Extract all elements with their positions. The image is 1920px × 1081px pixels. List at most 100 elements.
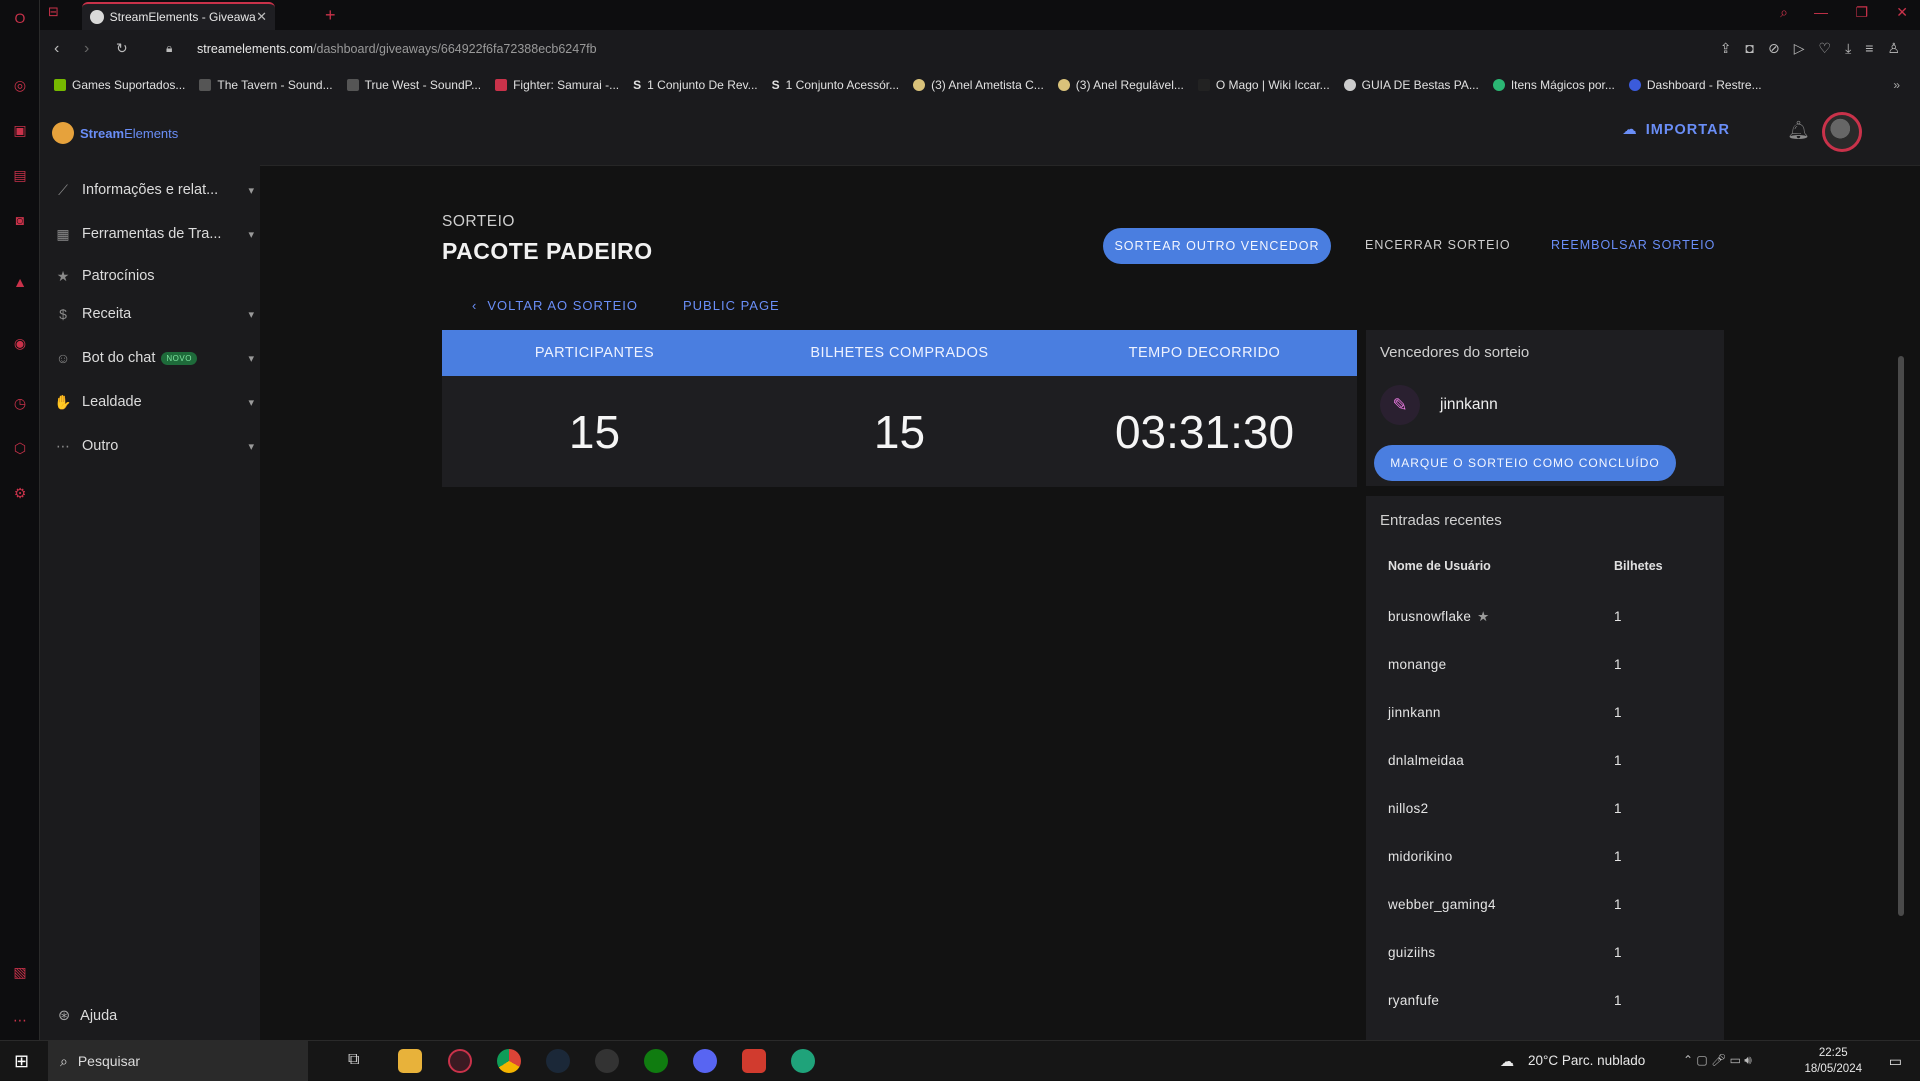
weather-icon[interactable]: ☁ (1500, 1053, 1514, 1070)
window-close-icon[interactable]: ✕ (1896, 4, 1908, 21)
wiki-icon (1197, 79, 1210, 91)
reload-icon[interactable]: ↻ (116, 40, 128, 57)
bookmark-item[interactable]: (3) Anel Regulável... (1057, 78, 1184, 92)
speed-dial-icon[interactable]: ◎ (10, 75, 30, 95)
draw-another-winner-button[interactable]: SORTEAR OUTRO VENCEDOR (1103, 228, 1331, 264)
table-row: dnlalmeidaa 1 (1388, 753, 1622, 768)
help-link[interactable]: ⊛ Ajuda (58, 1008, 117, 1024)
bookmark-item[interactable]: S1 Conjunto De Rev... (633, 78, 758, 92)
robot-icon: ☺ (55, 350, 71, 366)
table-row: brusnowflake ★ 1 (1388, 609, 1622, 624)
shopping-icon[interactable]: ▣ (10, 120, 30, 140)
bookmark-item[interactable]: O Mago | Wiki Iccar... (1197, 78, 1330, 92)
stats-card: PARTICIPANTES BILHETES COMPRADOS TEMPO D… (442, 330, 1357, 487)
end-giveaway-button[interactable]: ENCERRAR SORTEIO (1365, 238, 1511, 252)
chevron-left-icon: ‹ (472, 298, 478, 313)
import-button[interactable]: ☁ IMPORTAR (1622, 122, 1730, 138)
xbox-icon[interactable] (644, 1049, 668, 1073)
back-to-giveaway-link[interactable]: ‹ VOLTAR AO SORTEIO (472, 298, 638, 313)
forward-icon[interactable]: › (84, 40, 89, 58)
search-tabs-icon[interactable]: ⌕ (1780, 4, 1788, 21)
opera-gx-icon[interactable] (448, 1049, 472, 1073)
app-icon[interactable] (791, 1049, 815, 1073)
taskbar-search-input[interactable]: ⌕ Pesquisar (48, 1041, 308, 1081)
public-page-link[interactable]: PUBLIC PAGE (683, 298, 780, 313)
shopee-icon: S (771, 78, 780, 92)
obs-icon[interactable] (595, 1049, 619, 1073)
notifications-icon[interactable]: ▭ (1889, 1053, 1902, 1070)
settings-icon[interactable]: ⚙ (10, 483, 30, 503)
scrollbar[interactable] (1898, 356, 1904, 916)
windows-start-icon[interactable]: ⊞ (14, 1051, 29, 1072)
bookmarks-overflow-icon[interactable]: » (1893, 78, 1900, 92)
file-explorer-icon[interactable] (398, 1049, 422, 1073)
hand-coins-icon: ✋ (54, 393, 72, 410)
sidebar-item-analytics[interactable]: ⟋ Informações e relat... ▾ (54, 179, 254, 201)
chrome-icon[interactable] (497, 1049, 521, 1073)
player-icon[interactable]: ◉ (10, 333, 30, 353)
col-tickets: Bilhetes (1614, 559, 1663, 573)
discord-icon[interactable] (693, 1049, 717, 1073)
bookmark-item[interactable]: S1 Conjunto Acessór... (772, 78, 899, 92)
app-icon[interactable] (742, 1049, 766, 1073)
task-view-icon[interactable]: ⧉ (348, 1051, 372, 1075)
bookmark-item[interactable]: The Tavern - Sound... (199, 78, 333, 92)
snapshot-icon[interactable]: ▧ (10, 962, 30, 982)
bookmark-item[interactable]: True West - SoundP... (346, 78, 481, 92)
sidebar-item-streaming-tools[interactable]: ▦ Ferramentas de Tra... ▾ (54, 223, 254, 245)
bookmark-item[interactable]: Games Suportados... (54, 78, 185, 92)
streamelements-logo-icon (52, 122, 74, 144)
gamepad-icon[interactable]: ⊟ (48, 4, 59, 20)
minimize-icon[interactable]: — (1814, 4, 1828, 20)
steam-icon[interactable] (546, 1049, 570, 1073)
url-field[interactable]: streamelements.com/dashboard/giveaways/6… (197, 42, 597, 56)
sidebar-item-loyalty[interactable]: ✋ Lealdade ▾ (54, 391, 254, 413)
tray-icons[interactable]: ⌃ ▢ 🎤︎ ▭ 🔊︎ (1683, 1053, 1752, 1068)
new-tab-icon[interactable]: + (325, 5, 336, 26)
table-row: midorikino 1 (1388, 849, 1622, 864)
refund-giveaway-button[interactable]: REEMBOLSAR SORTEIO (1551, 238, 1715, 252)
heart-icon[interactable]: ♡ (1819, 40, 1832, 57)
extensions-icon[interactable]: ⬡ (10, 438, 30, 458)
clock[interactable]: 22:25 18/05/2024 (1804, 1045, 1862, 1077)
camera-icon[interactable]: ◘ (1746, 40, 1754, 57)
restore-icon[interactable]: ❐ (1855, 4, 1868, 21)
share-icon[interactable]: ⇪ (1720, 40, 1732, 57)
soundcloud-icon (346, 79, 359, 91)
download-icon[interactable]: ⤓ (1845, 40, 1851, 57)
sidebar-item-revenue[interactable]: $ Receita ▾ (54, 303, 254, 325)
bookmark-item[interactable]: Dashboard - Restre... (1628, 78, 1762, 92)
sidebar-item-chatbot[interactable]: ☺ Bot do chat NOVO ▾ (54, 347, 254, 369)
winner-row: ✎ jinnkann (1380, 385, 1498, 425)
nvidia-icon (54, 79, 66, 91)
tab-title: StreamElements - Giveaway (109, 10, 257, 24)
ring-icon (1057, 79, 1070, 91)
easy-setup-icon[interactable]: ≡ (1865, 40, 1873, 57)
mark-complete-button[interactable]: MARQUE O SORTEIO COMO CONCLUÍDO (1374, 445, 1676, 481)
avatar[interactable] (1822, 112, 1862, 152)
bookmark-item[interactable]: Fighter: Samurai -... (495, 78, 619, 92)
profile-icon[interactable]: ♙ (1887, 40, 1900, 57)
twitch-icon[interactable]: ▤ (10, 165, 30, 185)
weather-text[interactable]: 20°C Parc. nublado (1528, 1053, 1645, 1068)
back-icon[interactable]: ‹ (54, 40, 59, 58)
send-icon[interactable]: ▷ (1794, 40, 1805, 57)
adblock-icon[interactable]: ⊘ (1768, 40, 1780, 57)
more-icon[interactable]: ⋯ (10, 1010, 30, 1030)
bookmark-item[interactable]: GUIA DE Bestas PA... (1343, 78, 1479, 92)
search-icon: ⌕ (60, 1052, 68, 1069)
bell-icon[interactable]: 🔔︎ (1787, 120, 1810, 141)
active-tab[interactable]: StreamElements - Giveaway ✕ (82, 2, 275, 30)
bookmark-item[interactable]: Itens Mágicos por... (1492, 78, 1615, 92)
url-domain: streamelements.com (197, 42, 314, 56)
sidebar-item-sponsorships[interactable]: ★ Patrocínios (54, 265, 254, 287)
chevron-down-icon: ▾ (248, 352, 254, 365)
streamelements-logo[interactable]: StreamElements (52, 122, 178, 144)
close-tab-icon[interactable]: ✕ (256, 9, 267, 25)
opera-logo-icon[interactable]: O (10, 8, 30, 28)
history-icon[interactable]: ◷ (10, 393, 30, 413)
bookmark-item[interactable]: (3) Anel Ametista C... (913, 78, 1044, 92)
aria-icon[interactable]: ▲ (10, 272, 30, 292)
messenger-icon[interactable]: ◙ (10, 210, 30, 230)
sidebar-item-other[interactable]: ⋯ Outro ▾ (54, 435, 254, 457)
